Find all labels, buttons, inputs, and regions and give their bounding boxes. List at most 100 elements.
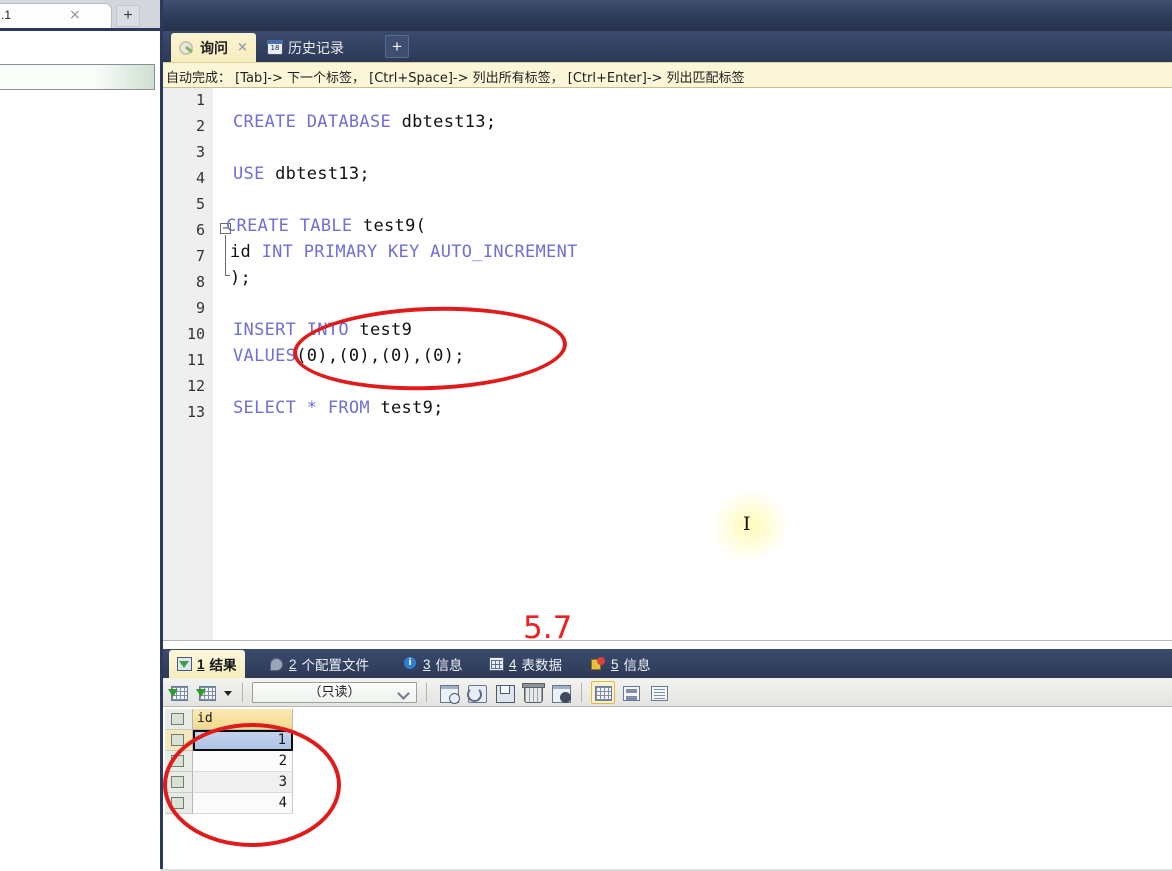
browser-search-field[interactable] (0, 64, 155, 90)
tab-history[interactable]: 18 历史记录 (259, 33, 352, 62)
close-icon[interactable]: × (69, 7, 81, 23)
result-panel: 1 结果 2 个配置文件 3 信息 4 表数据 (163, 649, 1172, 871)
sql-keyword: INSERT INTO (233, 320, 349, 340)
sql-text: test9( (352, 216, 427, 236)
cell-id[interactable]: 2 (193, 751, 293, 772)
form-layout-button[interactable] (619, 681, 643, 704)
refresh-button[interactable] (464, 681, 488, 704)
code-line-10: INSERT INTO test9 (233, 320, 412, 340)
code-line-8: ); (230, 268, 251, 288)
code-line-6: CREATE TABLE test9( (226, 216, 426, 236)
row-selector[interactable] (165, 730, 193, 751)
result-tab-label: 信息 (623, 658, 651, 673)
checkbox-icon[interactable] (171, 755, 184, 767)
arrow-right-icon (196, 688, 206, 697)
table-data-icon (489, 657, 504, 671)
sql-text: (0),(0),(0),(0); (296, 346, 465, 366)
autocomplete-hint-bar: 自动完成： [Tab]-> 下一个标签， [Ctrl+Space]-> 列出所有… (163, 62, 1172, 88)
result-grid-icon (177, 657, 192, 671)
table-row[interactable]: 1 (165, 730, 293, 751)
sql-keyword: USE (233, 164, 265, 184)
row-selector[interactable] (165, 772, 193, 793)
grid-layout-button[interactable] (591, 680, 615, 704)
app-title-bar (160, 0, 1172, 31)
cell-id[interactable]: 4 (193, 793, 293, 814)
sql-text: ); (230, 268, 252, 288)
code-folding-column[interactable]: − (215, 88, 233, 640)
grid-options-button[interactable] (195, 681, 219, 704)
add-tab-button[interactable]: + (385, 35, 409, 58)
save-record-button[interactable] (492, 681, 516, 704)
sql-editor[interactable]: 1 2 3 4 5 6 7 8 9 10 11 12 13 − CREATE D… (163, 88, 1172, 640)
line-number: 10 (186, 325, 205, 343)
tab-query-label: 询问 (200, 39, 228, 56)
delete-record-button[interactable] (520, 681, 545, 704)
version-annotation: 5.7 (523, 610, 573, 640)
grid-icon (595, 685, 612, 701)
grid-view-button[interactable] (167, 681, 191, 704)
new-tab-button[interactable]: + (116, 5, 140, 27)
cell-id[interactable]: 3 (193, 772, 293, 793)
profile-icon (269, 657, 284, 671)
checkbox-icon[interactable] (171, 734, 184, 746)
result-tab-number: 3 (423, 656, 431, 672)
toolbar-separator (581, 682, 582, 702)
row-selector-header[interactable] (165, 709, 193, 730)
browser-tab[interactable]: .1 × (0, 3, 112, 28)
code-line-4: USE dbtest13; (233, 164, 370, 184)
readonly-mode-select[interactable]: （只读） (252, 681, 417, 703)
browser-content-area (0, 28, 160, 871)
line-number: 2 (195, 117, 205, 135)
code-line-2: CREATE DATABASE dbtest13; (233, 112, 496, 132)
result-tab-bar: 1 结果 2 个配置文件 3 信息 4 表数据 (163, 649, 1172, 678)
close-icon[interactable]: × (237, 40, 248, 55)
sql-keyword: INT PRIMARY KEY AUTO_INCREMENT (261, 242, 578, 262)
result-tab-label: 个配置文件 (301, 658, 370, 673)
line-number: 3 (195, 143, 205, 161)
cell-id[interactable]: 1 (193, 730, 293, 751)
text-icon (651, 685, 668, 701)
text-layout-button[interactable] (647, 681, 671, 704)
line-number: 8 (195, 273, 205, 291)
result-tab-number: 4 (509, 656, 517, 672)
line-number: 7 (195, 247, 205, 265)
result-tab-profiles[interactable]: 2 个配置文件 (261, 650, 377, 678)
checkbox-icon[interactable] (171, 776, 184, 788)
result-tab-table-data[interactable]: 4 表数据 (481, 650, 570, 678)
result-tab-info[interactable]: 3 信息 (395, 650, 471, 678)
table-row[interactable]: 4 (165, 793, 293, 814)
table-row[interactable]: 3 (165, 772, 293, 793)
line-number: 9 (195, 299, 205, 317)
browser-tab-label: .1 (1, 8, 12, 22)
chevron-down-icon (397, 686, 410, 700)
sql-keyword: SELECT * FROM (233, 398, 370, 418)
screenshot-root: .1 × + 询问 × 18 历史记录 + 自动完成： [Tab]-> 下一个标… (0, 0, 1172, 871)
sql-text: test9; (369, 398, 444, 418)
sql-text: dbtest13; (264, 164, 370, 184)
info-icon (403, 657, 418, 671)
row-selector[interactable] (165, 751, 193, 772)
result-data-grid[interactable]: id 1 2 3 4 (165, 709, 293, 814)
browser-tab-strip: .1 × + (0, 0, 160, 28)
sql-keyword: CREATE TABLE (226, 216, 353, 236)
result-tab-messages[interactable]: 5 信息 (583, 650, 659, 678)
table-row[interactable]: 2 (165, 751, 293, 772)
fold-guide-line (225, 235, 226, 275)
result-tab-results[interactable]: 1 结果 (169, 650, 245, 678)
result-tab-number: 5 (611, 656, 619, 672)
result-tab-label: 结果 (209, 658, 237, 673)
result-tab-number: 1 (197, 656, 205, 672)
checkbox-icon[interactable] (171, 713, 184, 725)
cancel-edit-button[interactable] (548, 681, 572, 704)
tab-query[interactable]: 询问 × (171, 33, 256, 62)
panel-splitter[interactable] (163, 640, 1172, 649)
readonly-mode-value: （只读） (308, 684, 361, 700)
line-number: 12 (186, 377, 205, 395)
row-selector[interactable] (165, 793, 193, 814)
add-record-button[interactable] (436, 681, 460, 704)
editor-gutter: 1 2 3 4 5 6 7 8 9 10 11 12 13 (163, 88, 213, 640)
table-header-row: id (165, 709, 293, 730)
chevron-down-icon[interactable] (223, 682, 233, 702)
checkbox-icon[interactable] (171, 797, 184, 809)
column-header-id[interactable]: id (193, 709, 293, 730)
